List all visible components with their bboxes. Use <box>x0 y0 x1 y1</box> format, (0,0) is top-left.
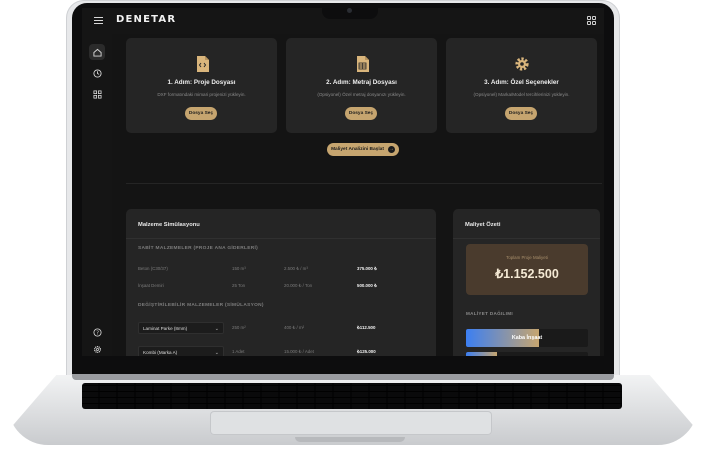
sidebar: ? <box>82 34 112 356</box>
variable-materials-heading: DEĞİŞTİRİLEBİLİR MALZEMELER (SİMÜLASYON) <box>138 303 264 308</box>
panel-separator <box>453 238 600 239</box>
dashboard-grid-icon[interactable] <box>89 86 105 102</box>
step-description: (Opsiyonel) Özel metraj dosyanızı yükley… <box>317 92 406 97</box>
step-description: DXF formatındaki mimari projenizi yükley… <box>157 92 246 97</box>
material-unit-price: 15.000 ₺ / Adet <box>284 349 314 354</box>
laptop-lip <box>295 437 405 442</box>
table-row: Kombi (Marka A) ⌄ 1 Adet 15.000 ₺ / Adet… <box>138 346 428 356</box>
select-project-file-button[interactable]: Dosya Seç <box>185 107 217 120</box>
apps-grid-icon[interactable] <box>587 16 596 25</box>
material-total: ₺125.000 <box>357 349 376 354</box>
svg-text:?: ? <box>96 330 99 336</box>
distribution-bar <box>466 352 588 356</box>
material-select[interactable]: Laminat Parke (8mm) ⌄ <box>138 322 224 334</box>
chevron-down-icon: ⌄ <box>214 326 219 332</box>
step-description: (Opsiyonel) Marka/Model tercihlerinizi y… <box>473 92 570 97</box>
table-row: İnşaat Demiri 25 Ton 20.000 ₺ / Ton 500.… <box>138 283 428 293</box>
camera-icon <box>347 8 352 13</box>
material-name: İnşaat Demiri <box>138 283 164 288</box>
settings-gear-icon[interactable] <box>89 341 105 356</box>
trackpad <box>210 411 492 435</box>
home-icon[interactable] <box>89 44 105 60</box>
select-quantity-file-button[interactable]: Dosya Seç <box>345 107 377 120</box>
material-total: 500.000 ₺ <box>357 283 377 288</box>
material-name: Beton (C30/37) <box>138 266 168 271</box>
distribution-bar-fill <box>466 352 497 356</box>
material-quantity: 25 Ton <box>232 283 246 288</box>
step-card-options: 3. Adım: Özel Seçenekler (Opsiyonel) Mar… <box>446 38 597 133</box>
step-card-project: 1. Adım: Proje Dosyası DXF formatındaki … <box>126 38 277 133</box>
arrow-right-icon: → <box>387 146 395 153</box>
chevron-down-icon: ⌄ <box>214 350 219 356</box>
app-screen: DENETAR ? 1. Adım: Proje Dosyası DXF for… <box>82 8 604 356</box>
step-title: 1. Adım: Proje Dosyası <box>167 79 236 86</box>
material-unit-price: 400 ₺ / m² <box>284 325 305 330</box>
distribution-bar: Kaba İnşaat <box>466 329 588 347</box>
step-title: 3. Adım: Özel Seçenekler <box>484 79 559 86</box>
total-cost-label: Toplam Proje Maliyeti <box>506 255 548 260</box>
panel-title: Maliyet Özeti <box>465 222 501 228</box>
panel-separator <box>126 238 436 239</box>
material-simulation-panel: Malzeme Simülasyonu SABİT MALZEMELER (PR… <box>126 209 436 356</box>
step-title: 2. Adım: Metraj Dosyası <box>326 79 397 86</box>
analyze-button-label: Maliyet Analizini Başlat <box>331 147 384 152</box>
total-cost-card: Toplam Proje Maliyeti ₺1.152.500 <box>466 244 588 295</box>
material-select[interactable]: Kombi (Marka A) ⌄ <box>138 346 224 356</box>
cost-distribution-heading: MALİYET DAĞILIMI <box>466 311 513 316</box>
material-quantity: 150 m³ <box>232 266 246 271</box>
keyboard <box>82 383 622 409</box>
distribution-bar-label: Kaba İnşaat <box>511 335 543 341</box>
hamburger-menu-icon[interactable] <box>94 17 103 25</box>
select-options-file-button[interactable]: Dosya Seç <box>505 107 537 120</box>
help-icon[interactable]: ? <box>89 324 105 340</box>
material-total: ₺112.500 <box>357 325 376 330</box>
material-quantity: 250 m² <box>232 325 246 330</box>
spreadsheet-icon <box>357 56 369 72</box>
app-logo: DENETAR <box>116 14 177 25</box>
section-divider <box>126 183 602 184</box>
material-total: 375.000 ₺ <box>357 266 377 271</box>
file-code-icon <box>197 56 209 72</box>
step-card-quantity: 2. Adım: Metraj Dosyası (Opsiyonel) Özel… <box>286 38 437 133</box>
table-row: Beton (C30/37) 150 m³ 2.500 ₺ / m³ 375.0… <box>138 266 428 276</box>
table-row: Laminat Parke (8mm) ⌄ 250 m² 400 ₺ / m² … <box>138 322 428 335</box>
panel-title: Malzeme Simülasyonu <box>138 222 200 228</box>
start-cost-analysis-button[interactable]: Maliyet Analizini Başlat → <box>327 143 399 156</box>
history-clock-icon[interactable] <box>89 65 105 81</box>
material-unit-price: 20.000 ₺ / Ton <box>284 283 313 288</box>
cost-summary-panel: Maliyet Özeti Toplam Proje Maliyeti ₺1.1… <box>453 209 600 356</box>
fixed-materials-heading: SABİT MALZEMELER (PROJE ANA GİDERLERİ) <box>138 246 259 251</box>
laptop-hinge <box>72 374 614 380</box>
total-cost-value: ₺1.152.500 <box>495 267 559 281</box>
gear-icon <box>515 57 529 71</box>
material-quantity: 1 Adet <box>232 349 245 354</box>
selected-material: Laminat Parke (8mm) <box>143 326 188 331</box>
material-unit-price: 2.500 ₺ / m³ <box>284 266 308 271</box>
selected-material: Kombi (Marka A) <box>143 350 178 355</box>
